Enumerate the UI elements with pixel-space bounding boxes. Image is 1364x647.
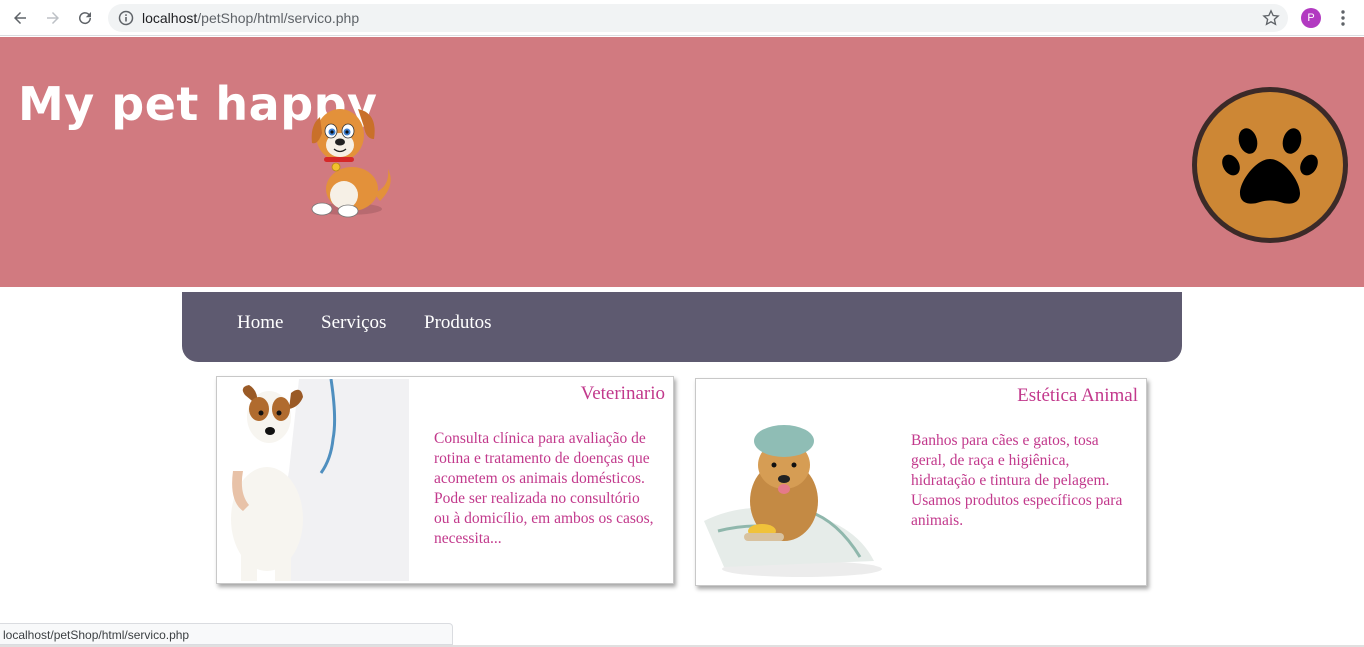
url-path: /petShop/html/servico.php	[197, 10, 360, 26]
cartoon-dog-logo	[311, 109, 391, 218]
nav-link-produtos[interactable]: Produtos	[424, 312, 492, 334]
vet-dog-photo	[219, 379, 419, 581]
groomed-dog-photo	[698, 381, 898, 583]
info-icon[interactable]	[118, 10, 134, 26]
nav-link-servicos[interactable]: Serviços	[321, 312, 386, 334]
status-bar-link-preview: localhost/petShop/html/servico.php	[0, 623, 453, 645]
card-title[interactable]: Veterinario	[581, 383, 665, 405]
forward-icon[interactable]	[41, 6, 65, 30]
card-title[interactable]: Estética Animal	[1017, 385, 1138, 407]
site-header-banner: My pet happy	[0, 37, 1364, 287]
bookmark-star-icon[interactable]	[1262, 9, 1280, 27]
paw-icon	[1192, 87, 1348, 243]
browser-toolbar: localhost/petShop/html/servico.php P	[0, 0, 1364, 36]
service-card-estetica-animal[interactable]: Estética Animal Banhos para cães e gatos…	[695, 378, 1147, 586]
menu-kebab-icon[interactable]	[1336, 9, 1350, 27]
card-description: Consulta clínica para avaliação de rotin…	[434, 430, 654, 547]
main-navbar: Home Serviços Produtos	[182, 292, 1182, 362]
url-text: localhost/petShop/html/servico.php	[142, 10, 359, 26]
reload-icon[interactable]	[73, 6, 97, 30]
card-description: Banhos para cães e gatos, tosa geral, de…	[911, 432, 1123, 529]
url-host: localhost	[142, 10, 198, 26]
address-bar[interactable]: localhost/petShop/html/servico.php	[108, 4, 1288, 32]
nav-link-home[interactable]: Home	[237, 312, 283, 334]
back-icon[interactable]	[8, 6, 32, 30]
service-card-veterinario[interactable]: Veterinario Consulta clínica para avalia…	[216, 376, 674, 584]
profile-avatar[interactable]: P	[1301, 8, 1321, 28]
